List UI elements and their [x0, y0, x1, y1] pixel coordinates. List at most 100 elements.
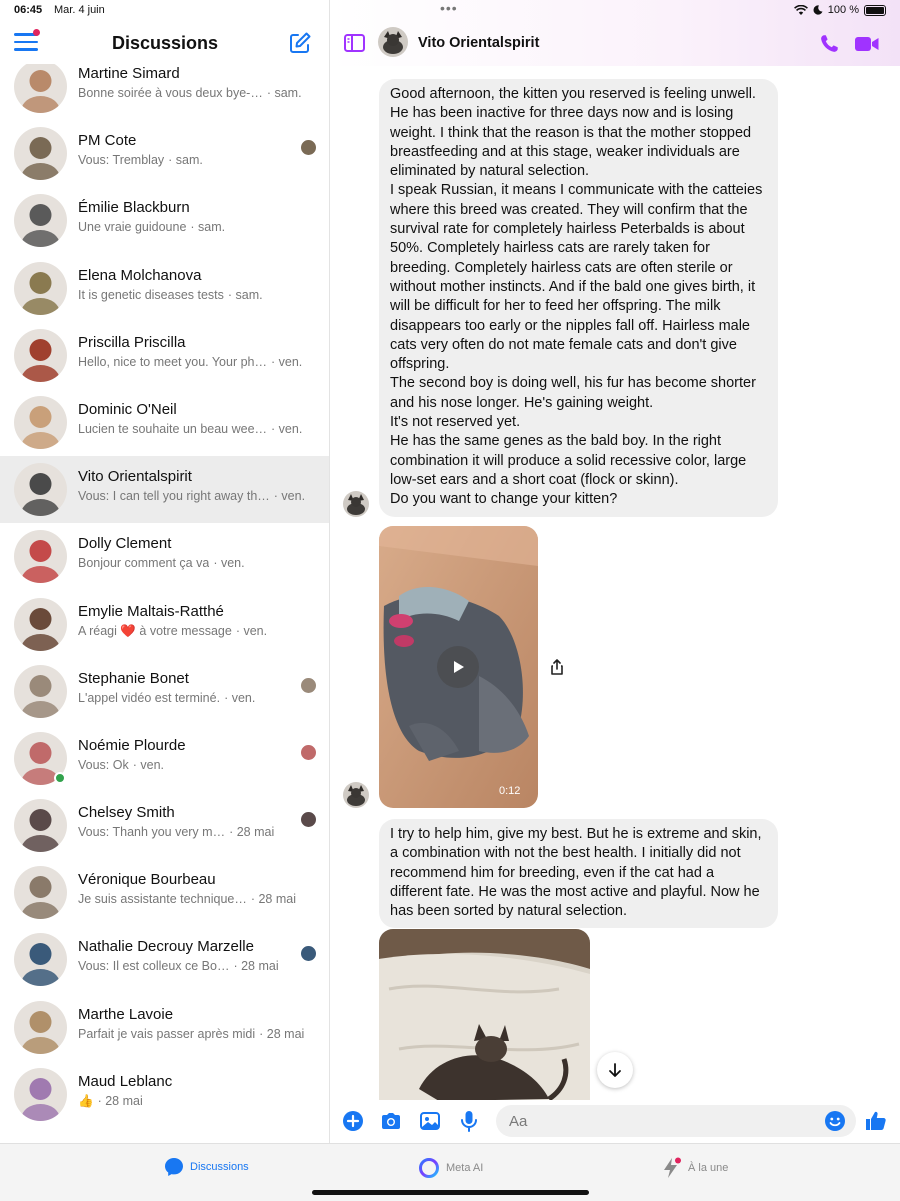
conversation-time: · sam. [190, 220, 226, 235]
battery-percent: 100 % [827, 4, 859, 16]
avatar[interactable] [14, 395, 67, 449]
conversation-preview: Vous: I can tell you right away th… · ven… [78, 489, 305, 503]
conversation-item[interactable]: Chelsey Smith Vous: Thanh you very m… · 28… [0, 792, 329, 859]
emoji-icon[interactable] [823, 1109, 847, 1133]
avatar[interactable] [14, 664, 67, 718]
tab-meta-ai[interactable]: Meta AI [418, 1157, 483, 1179]
preview-text: L'appel vidéo est terminé. [78, 690, 221, 705]
conversation-name: Dolly Clement [78, 535, 172, 553]
conversation-name: Maud Leblanc [78, 1072, 173, 1090]
avatar[interactable] [14, 194, 67, 248]
sidebar-toggle-icon[interactable] [344, 34, 365, 52]
conversation-item[interactable]: Véronique Bourbeau Je suis assistante tec… [0, 859, 329, 926]
image-attachment[interactable] [379, 929, 590, 1109]
conversation-preview: Parfait je vais passer après midi · 28 ma… [78, 1027, 304, 1041]
preview-text: Vous: Ok [78, 757, 129, 772]
conversation-item[interactable]: Dolly Clement Bonjour comment ça va · ven. [0, 523, 329, 590]
conversation-item[interactable]: Dominic O'Neil Lucien te souhaite un beau… [0, 389, 329, 456]
sidebar-title: Discussions [111, 33, 219, 53]
contact-avatar[interactable] [378, 27, 408, 57]
sender-avatar[interactable] [343, 491, 369, 517]
share-button[interactable] [543, 653, 571, 681]
conversation-name: Chelsey Smith [78, 804, 175, 822]
conversation-time: · 28 mai [229, 825, 275, 840]
avatar-image [14, 866, 67, 920]
tab-a-la-une[interactable]: À la une [660, 1157, 728, 1179]
scroll-to-bottom-button[interactable] [597, 1052, 633, 1088]
avatar[interactable] [14, 933, 67, 987]
conversation-time: · ven. [132, 757, 164, 772]
tab-discussions-label: Discussions [190, 1161, 249, 1173]
compose-icon[interactable] [288, 31, 312, 55]
multitasking-dots-icon[interactable]: ••• [440, 0, 458, 16]
avatar[interactable] [14, 530, 67, 584]
video-attachment[interactable]: 0:12 [379, 526, 538, 808]
avatar[interactable] [14, 1067, 67, 1121]
avatar[interactable] [14, 463, 67, 517]
conversation-time: · 28 mai [259, 1026, 305, 1041]
tab-discussions[interactable]: Discussions [164, 1157, 249, 1177]
conversation-name: Vito Orientalspirit [78, 468, 192, 486]
conversation-item[interactable]: Noémie Plourde Vous: Ok · ven. [0, 725, 329, 792]
conversation-preview: Une vraie guidoune · sam. [78, 220, 225, 234]
incoming-message-bubble[interactable]: I try to help him, give my best. But he … [379, 819, 778, 928]
conversation-item[interactable]: Emylie Maltais-Ratthé A réagi ❤️ à votre … [0, 591, 329, 658]
conversation-item[interactable]: Elena Molchanova It is genetic diseases t… [0, 255, 329, 322]
avatar[interactable] [14, 127, 67, 181]
message-composer [331, 1100, 900, 1143]
avatar[interactable] [14, 597, 67, 651]
conversation-preview: Bonne soirée à vous deux bye-… · sam. [78, 86, 302, 100]
sender-avatar[interactable] [343, 782, 369, 808]
seen-avatar-icon [301, 677, 316, 693]
message-text: I try to help him, give my best. But he … [390, 826, 762, 920]
avatar[interactable] [14, 731, 67, 785]
conversation-time: · 28 mai [250, 892, 296, 907]
conversation-item[interactable]: Priscilla Priscilla Hello, nice to meet y… [0, 322, 329, 389]
camera-icon[interactable] [379, 1109, 403, 1133]
conversation-time: · 28 mai [97, 1093, 143, 1108]
video-call-icon[interactable] [854, 33, 880, 55]
play-button[interactable] [437, 646, 479, 688]
conversation-item[interactable]: PM Cote Vous: Tremblay · sam. [0, 120, 329, 187]
microphone-icon[interactable] [457, 1109, 481, 1133]
conversation-item[interactable]: Stephanie Bonet L'appel vidéo est terminé… [0, 658, 329, 725]
avatar[interactable] [14, 1000, 67, 1054]
status-time: 06:45 [14, 4, 43, 16]
contact-name[interactable]: Vito Orientalspirit [418, 35, 539, 51]
avatar-image [14, 664, 67, 718]
conversation-item[interactable]: Nathalie Decrouy Marzelle Vous: Il est co… [0, 926, 329, 993]
thumbs-up-icon[interactable] [864, 1109, 888, 1133]
avatar[interactable] [14, 328, 67, 382]
avatar-image [14, 60, 67, 113]
conversation-name: Stephanie Bonet [78, 669, 189, 687]
conversation-item[interactable]: Émilie Blackburn Une vraie guidoune · sam. [0, 187, 329, 254]
conversation-preview: L'appel vidéo est terminé. · ven. [78, 691, 255, 705]
conversation-time: · sam. [168, 153, 203, 168]
photo-thumbnail [379, 929, 590, 1109]
avatar[interactable] [14, 60, 67, 113]
conversation-item[interactable]: Vito Orientalspirit Vous: I can tell you … [0, 456, 329, 524]
avatar-image [14, 395, 67, 449]
message-input[interactable] [496, 1105, 856, 1137]
avatar-image [14, 530, 67, 584]
conversation-item[interactable]: Maud Leblanc 👍 · 28 mai [0, 1061, 329, 1128]
phone-call-icon[interactable] [818, 33, 840, 55]
gallery-icon[interactable] [418, 1109, 442, 1133]
conversation-time: · sam. [266, 86, 302, 100]
seen-avatar-icon [301, 812, 316, 828]
conversation-item[interactable]: Marthe Lavoie Parfait je vais passer aprè… [0, 994, 329, 1061]
status-bar: 06:45 Mar. 4 juin ••• 100 % [0, 0, 900, 22]
avatar[interactable] [14, 866, 67, 920]
conversation-preview: Je suis assistante technique… · 28 mai [78, 892, 296, 906]
home-indicator[interactable] [312, 1190, 589, 1195]
avatar-image [14, 463, 67, 517]
avatar[interactable] [14, 799, 67, 853]
plus-icon[interactable] [341, 1109, 365, 1133]
meta-ai-icon [419, 1158, 439, 1178]
avatar[interactable] [14, 261, 67, 315]
incoming-message-bubble[interactable]: Good afternoon, the kitten you reserved … [379, 79, 778, 517]
preview-text: Vous: Thanh you very m… [78, 825, 226, 840]
chat-pane: Vito Orientalspirit Good afternoon, the … [331, 0, 900, 1143]
preview-text: Une vraie guidoune [78, 220, 187, 235]
chat-header: Vito Orientalspirit [331, 22, 900, 66]
